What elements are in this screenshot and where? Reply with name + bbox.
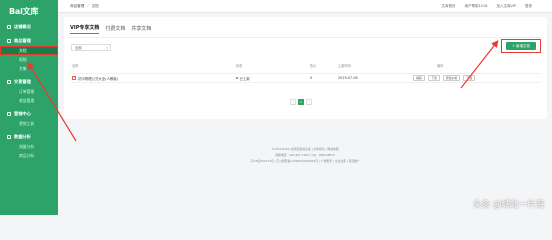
nav-group-trade: 交易管理 订单管理 收益管理: [0, 77, 58, 105]
sidebar-item-collections[interactable]: 文集: [0, 64, 58, 73]
sidebar-item-analytics[interactable]: 数据分析: [0, 132, 58, 142]
order-icon: [7, 80, 11, 84]
status-filter-select[interactable]: 全部 ▾: [71, 44, 111, 51]
sidebar-item-label: 交易管理: [14, 79, 31, 84]
change-price-button[interactable]: 修改价格: [443, 75, 461, 81]
breadcrumb-documents: 文档: [91, 3, 99, 8]
breadcrumb-separator: /: [87, 4, 89, 8]
pagination: ‹ 1 ›: [290, 99, 312, 105]
top-link-home[interactable]: 文库首页: [442, 4, 456, 9]
doc-tabs: VIP专享文档 付费文档 共享文档: [70, 24, 151, 34]
col-status: 状态: [236, 63, 243, 68]
sidebar-item-earnings[interactable]: 收益管理: [0, 96, 58, 105]
col-name: 名称: [72, 63, 79, 68]
nav-group-marketing: 营销中心 营销工具: [0, 109, 58, 128]
top-link-help[interactable]: 用户帮助1018: [465, 4, 488, 9]
col-actions: 操作: [437, 63, 444, 68]
logo-text: Bai文库: [9, 6, 39, 16]
sidebar-item-traffic[interactable]: 流量分析: [0, 142, 58, 151]
table-row: PDF 初中物理公式大全(人教版) 已上架 0 2019-07-06 编辑 下架…: [70, 73, 541, 83]
col-date: 上架时间: [338, 63, 351, 68]
sidebar-item-orders[interactable]: 订单管理: [0, 87, 58, 96]
megaphone-icon: [7, 112, 11, 116]
sidebar-item-marketing-tools[interactable]: 营销工具: [0, 119, 58, 128]
filter-value: 全部: [75, 46, 82, 50]
top-link-login[interactable]: 登录: [525, 4, 532, 9]
actions-cell: 编辑 下架 修改价格 下载: [413, 75, 476, 81]
chevron-down-icon: ▾: [106, 45, 108, 50]
sidebar-item-label: 数据分析: [14, 134, 31, 139]
home-icon: [7, 25, 11, 29]
top-link-vip[interactable]: 加入文库VIP: [496, 4, 516, 9]
status-dot-icon: [236, 77, 238, 79]
nav-group-analytics: 数据分析 流量分析 商品分析: [0, 132, 58, 160]
box-icon: [7, 39, 11, 43]
doc-name-cell[interactable]: PDF 初中物理公式大全(人教版): [72, 75, 118, 81]
top-links: 文库首页 用户帮助1018 加入文库VIP 登录: [442, 4, 552, 9]
tab-shared-docs[interactable]: 共享文档: [131, 25, 151, 34]
sidebar: Bai文库 店铺概况 商品管理 文档 视频 文集 交易管理 订单管理 收益管理 …: [0, 0, 58, 215]
date-cell: 2019-07-06: [338, 76, 358, 80]
breadcrumb-products[interactable]: 商品管理: [70, 4, 84, 9]
tab-vip-docs[interactable]: VIP专享文档: [70, 24, 100, 34]
watermark: 头条 @城北一片海: [473, 200, 544, 210]
pdf-icon: PDF: [72, 75, 76, 81]
main-card: VIP专享文档 付费文档 共享文档 全部 ▾ + 新增文档 名称 状态 售价 上…: [64, 17, 547, 119]
sidebar-item-trade[interactable]: 交易管理: [0, 77, 58, 87]
sidebar-item-label: 商品管理: [14, 38, 31, 43]
unlist-button[interactable]: 下架: [428, 75, 440, 81]
tab-paid-docs[interactable]: 付费文档: [105, 25, 125, 34]
price-cell: 0: [310, 76, 313, 80]
sidebar-item-product-analysis[interactable]: 商品分析: [0, 151, 58, 160]
top-bar: 商品管理 / 文档 文库首页 用户帮助1018 加入文库VIP 登录: [58, 0, 552, 13]
tabs-divider: [70, 37, 541, 38]
logo[interactable]: Bai文库: [0, 0, 58, 22]
nav-group-products: 商品管理 文档 视频 文集: [0, 36, 58, 73]
edit-button[interactable]: 编辑: [413, 75, 425, 81]
sidebar-item-label: 店铺概况: [14, 24, 31, 29]
chart-icon: [7, 135, 11, 139]
prev-page-button[interactable]: ‹: [290, 99, 296, 105]
status-text: 已上架: [239, 76, 250, 81]
download-button[interactable]: 下载: [463, 75, 476, 81]
sidebar-item-marketing[interactable]: 营销中心: [0, 109, 58, 119]
footer-line-3: 京ICP证030173号 | 京公网安备11000002000001号 | 广告…: [250, 159, 360, 163]
col-price: 售价: [310, 63, 317, 68]
doc-name[interactable]: 初中物理公式大全(人教版): [78, 76, 118, 81]
next-page-button[interactable]: ›: [306, 99, 312, 105]
sidebar-item-documents[interactable]: 文档: [0, 46, 58, 55]
nav-group-overview: 店铺概况: [0, 22, 58, 32]
sidebar-item-videos[interactable]: 视频: [0, 55, 58, 64]
sidebar-item-label: 营销中心: [14, 111, 31, 116]
page-1-button[interactable]: 1: [298, 99, 304, 105]
sidebar-item-products[interactable]: 商品管理: [0, 36, 58, 46]
new-doc-highlight: + 新增文档: [501, 39, 541, 53]
sidebar-item-overview[interactable]: 店铺概况: [0, 22, 58, 32]
footer: ©2019 Baidu 使用百度前必读 | 文库协议 | 网站地图 客服电话：4…: [58, 146, 552, 164]
table-header: 名称 状态 售价 上架时间 操作: [70, 62, 541, 68]
new-document-button[interactable]: + 新增文档: [506, 42, 536, 50]
status-cell: 已上架: [236, 76, 250, 81]
